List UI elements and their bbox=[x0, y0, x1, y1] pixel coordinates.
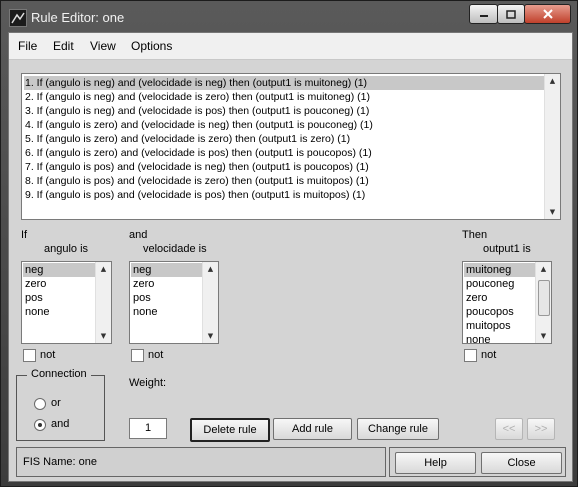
output1-mf-list[interactable]: muitoneg pouconeg zero poucopos muitopos… bbox=[462, 261, 552, 344]
angulo-not-checkbox[interactable] bbox=[23, 349, 36, 362]
velocidade-not-checkbox[interactable] bbox=[131, 349, 144, 362]
title-bar[interactable]: Rule Editor: one bbox=[1, 1, 577, 33]
rule-item[interactable]: 5. If (angulo is zero) and (velocidade i… bbox=[24, 132, 544, 146]
delete-rule-button[interactable]: Delete rule bbox=[190, 418, 270, 442]
rule-editor-window: Rule Editor: one File Edit View Options … bbox=[0, 0, 578, 487]
list-item[interactable]: none bbox=[464, 333, 490, 343]
output1-scrollbar[interactable]: ▲ ▼ bbox=[535, 262, 551, 343]
change-rule-button[interactable]: Change rule bbox=[357, 418, 439, 440]
maximize-icon bbox=[506, 9, 516, 19]
angulo-scrollbar[interactable]: ▲ ▼ bbox=[95, 262, 111, 343]
close-window-button[interactable] bbox=[524, 4, 571, 24]
menu-edit[interactable]: Edit bbox=[53, 39, 74, 53]
minimize-icon bbox=[479, 15, 488, 17]
rules-scrollbar[interactable]: ▲ ▼ bbox=[544, 74, 560, 219]
connection-title: Connection bbox=[27, 368, 91, 380]
help-button[interactable]: Help bbox=[395, 452, 476, 474]
not-label: not bbox=[481, 349, 497, 361]
scroll-up-icon[interactable]: ▲ bbox=[536, 262, 551, 276]
scroll-thumb[interactable] bbox=[538, 280, 550, 316]
minimize-button[interactable] bbox=[469, 4, 498, 24]
rule-item[interactable]: 6. If (angulo is zero) and (velocidade i… bbox=[24, 146, 544, 160]
scroll-down-icon[interactable]: ▼ bbox=[536, 329, 551, 343]
list-item[interactable]: zero bbox=[23, 277, 46, 291]
velocidade-label: velocidade is bbox=[143, 243, 207, 255]
list-item[interactable]: pos bbox=[131, 291, 151, 305]
next-rule-button[interactable]: >> bbox=[527, 418, 555, 440]
list-item[interactable]: poucopos bbox=[464, 305, 514, 319]
angulo-label: angulo is bbox=[44, 243, 89, 255]
add-rule-button[interactable]: Add rule bbox=[273, 418, 352, 440]
menu-bar: File Edit View Options bbox=[9, 33, 572, 60]
connection-group: Connection or and bbox=[16, 368, 105, 441]
menu-view[interactable]: View bbox=[90, 39, 116, 53]
list-item[interactable]: none bbox=[23, 305, 49, 319]
list-item[interactable]: pouconeg bbox=[464, 277, 514, 291]
list-item[interactable]: muitopos bbox=[464, 319, 511, 333]
status-text: FIS Name: one bbox=[23, 456, 97, 468]
rule-item[interactable]: 8. If (angulo is pos) and (velocidade is… bbox=[24, 174, 544, 188]
list-item[interactable]: none bbox=[131, 305, 157, 319]
close-icon bbox=[542, 9, 553, 19]
scroll-down-icon[interactable]: ▼ bbox=[545, 205, 560, 219]
velocidade-mf-list[interactable]: neg zero pos none ▲ ▼ bbox=[129, 261, 219, 344]
close-button[interactable]: Close bbox=[481, 452, 562, 474]
menu-file[interactable]: File bbox=[18, 39, 37, 53]
client-area: File Edit View Options 1. If (angulo is … bbox=[8, 32, 573, 482]
list-item[interactable]: zero bbox=[464, 291, 487, 305]
previous-rule-button[interactable]: << bbox=[495, 418, 523, 440]
scroll-up-icon[interactable]: ▲ bbox=[203, 262, 218, 276]
scroll-up-icon[interactable]: ▲ bbox=[96, 262, 111, 276]
rules-list[interactable]: 1. If (angulo is neg) and (velocidade is… bbox=[21, 73, 561, 220]
scroll-up-icon[interactable]: ▲ bbox=[545, 74, 560, 88]
then-label: Then bbox=[462, 229, 488, 241]
list-item[interactable]: pos bbox=[23, 291, 43, 305]
matlab-app-icon bbox=[9, 9, 27, 27]
angulo-mf-list[interactable]: neg zero pos none ▲ ▼ bbox=[21, 261, 112, 344]
status-bar: FIS Name: one bbox=[16, 447, 386, 477]
and-label: and bbox=[129, 229, 148, 241]
rule-item[interactable]: 3. If (angulo is neg) and (velocidade is… bbox=[24, 104, 544, 118]
rule-item[interactable]: 1. If (angulo is neg) and (velocidade is… bbox=[24, 76, 544, 90]
not-label: not bbox=[148, 349, 164, 361]
scroll-down-icon[interactable]: ▼ bbox=[203, 329, 218, 343]
and-radio-label: and bbox=[51, 418, 70, 430]
output1-not-checkbox[interactable] bbox=[464, 349, 477, 362]
list-item[interactable]: muitoneg bbox=[464, 263, 536, 277]
rule-item[interactable]: 7. If (angulo is pos) and (velocidade is… bbox=[24, 160, 544, 174]
output1-label: output1 is bbox=[483, 243, 531, 255]
list-item[interactable]: neg bbox=[23, 263, 96, 277]
and-radio[interactable] bbox=[34, 419, 46, 431]
velocidade-scrollbar[interactable]: ▲ ▼ bbox=[202, 262, 218, 343]
menu-options[interactable]: Options bbox=[131, 39, 172, 53]
not-label: not bbox=[40, 349, 56, 361]
if-label: If bbox=[21, 229, 28, 241]
rule-item[interactable]: 9. If (angulo is pos) and (velocidade is… bbox=[24, 188, 544, 202]
or-label: or bbox=[51, 397, 61, 409]
rule-item[interactable]: 4. If (angulo is zero) and (velocidade i… bbox=[24, 118, 544, 132]
list-item[interactable]: zero bbox=[131, 277, 154, 291]
list-item[interactable]: neg bbox=[131, 263, 203, 277]
weight-label: Weight: bbox=[129, 377, 167, 389]
rule-item[interactable]: 2. If (angulo is neg) and (velocidade is… bbox=[24, 90, 544, 104]
maximize-button[interactable] bbox=[497, 4, 525, 24]
window-title: Rule Editor: one bbox=[31, 10, 125, 25]
weight-input[interactable]: 1 bbox=[129, 418, 167, 439]
scroll-down-icon[interactable]: ▼ bbox=[96, 329, 111, 343]
or-radio[interactable] bbox=[34, 398, 46, 410]
